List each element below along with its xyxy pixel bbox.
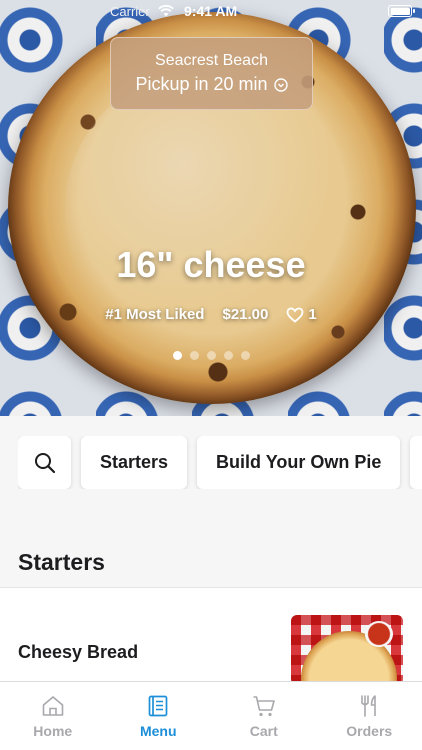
search-icon <box>34 452 55 473</box>
featured-item-meta: #1 Most Liked $21.00 1 <box>0 306 422 323</box>
pickup-time: Pickup in 20 min <box>111 74 312 95</box>
wifi-icon <box>158 5 174 17</box>
category-chip-more[interactable] <box>410 436 422 489</box>
page-dot[interactable] <box>240 351 250 360</box>
page-dot[interactable] <box>172 351 182 360</box>
category-chip-starters[interactable]: Starters <box>81 436 188 489</box>
battery-icon <box>388 5 415 17</box>
tab-home[interactable]: Home <box>0 682 106 750</box>
location-name: Seacrest Beach <box>155 52 268 69</box>
tab-menu-label: Menu <box>139 723 177 739</box>
utensils-icon <box>361 695 377 717</box>
cart-icon <box>253 696 275 717</box>
like-count: 1 <box>308 306 317 323</box>
menu-list: Cheesy Bread <box>0 587 422 685</box>
hero-carousel[interactable]: Carrier 9:41 AM Seacrest Beach Pickup in… <box>0 0 422 416</box>
tab-menu[interactable]: Menu <box>106 682 212 750</box>
tab-home-label: Home <box>33 723 73 739</box>
status-bar: Carrier 9:41 AM <box>0 0 422 24</box>
tab-cart[interactable]: Cart <box>211 682 317 750</box>
featured-price: $21.00 <box>222 306 269 323</box>
tab-bar: Home Menu Cart Orders <box>0 681 422 750</box>
menu-item-image <box>291 615 403 685</box>
category-chip-build-your-own-pie[interactable]: Build Your Own Pie <box>197 436 401 489</box>
tab-cart-label: Cart <box>249 723 278 739</box>
category-bar: Starters Build Your Own Pie <box>18 436 422 489</box>
home-icon <box>42 696 64 716</box>
page-dot[interactable] <box>189 351 199 360</box>
page-dot[interactable] <box>223 351 233 360</box>
chevron-down-circle-icon <box>273 77 288 92</box>
clock: 9:41 AM <box>184 3 238 19</box>
carousel-page-indicator[interactable] <box>0 351 422 360</box>
featured-item-title: 16" cheese <box>116 244 306 285</box>
carrier-label: Carrier <box>110 4 150 19</box>
like-button[interactable]: 1 <box>286 306 317 323</box>
heart-icon <box>286 307 304 323</box>
tab-orders[interactable]: Orders <box>317 682 422 750</box>
tab-orders-label: Orders <box>346 723 393 739</box>
pickup-label: Pickup in 20 min <box>135 74 268 94</box>
section-title: Starters <box>18 549 105 575</box>
menu-book-icon <box>148 695 168 717</box>
search-button[interactable] <box>18 436 71 489</box>
featured-rank: #1 Most Liked <box>105 306 205 323</box>
page-dot[interactable] <box>206 351 216 360</box>
menu-item-name: Cheesy Bread <box>18 642 139 662</box>
location-selector[interactable]: Seacrest Beach Pickup in 20 min <box>110 37 313 110</box>
